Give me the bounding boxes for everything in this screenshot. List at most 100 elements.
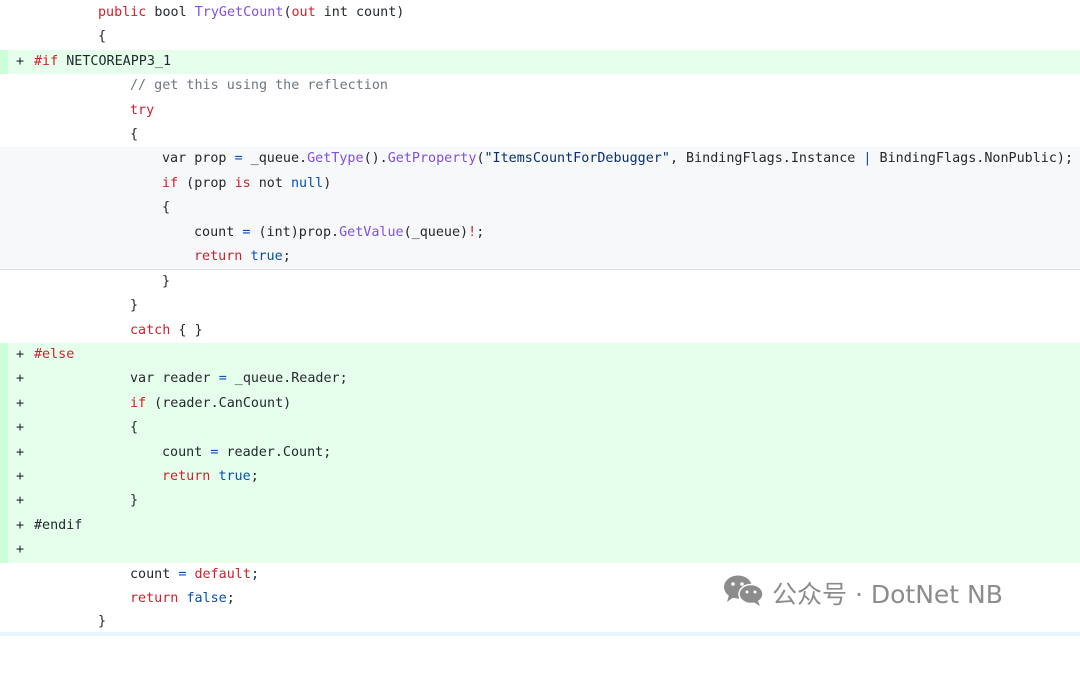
token: reader.Count; [218,444,332,460]
code-line: catch { } [0,319,1080,343]
method-name: GetValue [339,224,404,240]
token: ( [476,151,485,167]
code-text: } [98,614,107,629]
code-text: count = reader.Count; [162,441,331,465]
operator: ! [468,224,477,240]
code-text: return false; [130,587,235,611]
method-name: TryGetCount [194,5,284,20]
keyword: out [291,5,316,20]
added-line: + #else [0,343,1080,368]
method-name: GetProperty [387,151,477,167]
code-text: count = default; [130,563,259,587]
literal: null [291,175,324,191]
token: BindingFlags.NonPublic); [871,151,1074,167]
diff-plus-marker: + [16,469,25,484]
added-line: + [0,538,1080,563]
token: ; [476,224,485,240]
token: _queue. [242,151,308,167]
keyword: try [130,102,155,118]
code-text: public bool TryGetCount(out int count) [98,1,404,25]
diff-plus-marker: + [16,53,25,69]
token: bool [146,5,195,20]
token: NETCOREAPP3_1 [58,53,172,69]
highlighted-line: var prop = _queue.GetType().GetProperty(… [0,147,1080,172]
added-line: + } [0,489,1080,515]
keyword: is [234,175,251,191]
literal: false [186,591,227,606]
diff-plus-marker: + [16,517,25,533]
diff-plus-marker: + [16,493,25,509]
keyword: if [162,175,179,191]
token: var reader [130,371,219,387]
code-text: { [130,127,139,142]
code-line: } [0,270,1080,294]
code-text: #if NETCOREAPP3_1 [34,50,171,74]
operator: = [218,371,227,387]
highlighted-line: if (prop is not null) [0,171,1080,197]
token: ; [226,591,235,606]
code-text: count = (int)prop.GetValue(_queue)!; [194,221,484,245]
preprocessor-directive: #endif [34,517,83,533]
token: count [194,224,243,240]
token: var prop [162,151,235,167]
scroll-edge [0,632,1080,636]
keyword: return [162,469,211,484]
added-line: + #if NETCOREAPP3_1 [0,49,1080,75]
keyword: public [98,5,147,20]
method-name: GetType [307,151,364,167]
code-text: var prop = _queue.GetType().GetProperty(… [162,147,1073,171]
code-line: } [0,294,1080,318]
token: { } [170,322,203,338]
token: ( [283,5,292,20]
token: not [250,175,291,191]
code-text: } [130,298,139,314]
code-text: { [130,420,139,436]
highlighted-line: { [0,196,1080,221]
code-text: { [98,29,107,45]
code-text: return true; [162,465,259,489]
keyword: default [194,566,251,582]
added-line: + { [0,416,1080,441]
added-line: + return true; [0,465,1080,490]
token: count [162,444,211,460]
highlighted-line: count = (int)prop.GetValue(_queue)!; [0,220,1080,245]
keyword: if [130,395,147,411]
code-line: try [0,99,1080,123]
token: ; [282,249,291,264]
token: ; [250,566,259,582]
token: (). [363,151,388,167]
token: (int)prop. [250,224,340,240]
diff-plus-marker: + [16,542,25,558]
code-line: { [0,123,1080,147]
token: count [130,566,179,582]
token: _queue.Reader; [226,371,348,387]
token: , BindingFlags.Instance [669,151,864,167]
preprocessor-directive: #if [34,53,59,69]
code-line: public bool TryGetCount(out int count) [0,1,1080,25]
added-line: + count = reader.Count; [0,440,1080,466]
diff-plus-marker: + [16,395,25,411]
code-line: } [0,610,1080,634]
code-text: if (reader.CanCount) [130,392,291,416]
preprocessor-directive: #else [34,347,75,362]
diff-plus-marker: + [16,347,25,362]
code-text: } [130,493,139,509]
added-line: + if (reader.CanCount) [0,391,1080,417]
literal: true [250,249,283,264]
watermark: 公众号 · DotNet NB [722,574,1003,612]
highlighted-line: return true; [0,245,1080,270]
code-text: { [162,200,171,216]
code-text: catch { } [130,319,203,343]
diff-plus-marker: + [16,444,25,460]
watermark-text: 公众号 · DotNet NB [772,580,1003,609]
diff-plus-marker: + [16,371,25,387]
literal: true [218,469,251,484]
token: ; [250,469,259,484]
token: (prop [178,175,235,191]
token: (reader.CanCount) [146,395,292,411]
code-text: } [162,273,171,289]
operator: = [234,151,243,167]
string-literal: "ItemsCountForDebugger" [484,151,670,167]
code-text: if (prop is not null) [162,172,331,196]
